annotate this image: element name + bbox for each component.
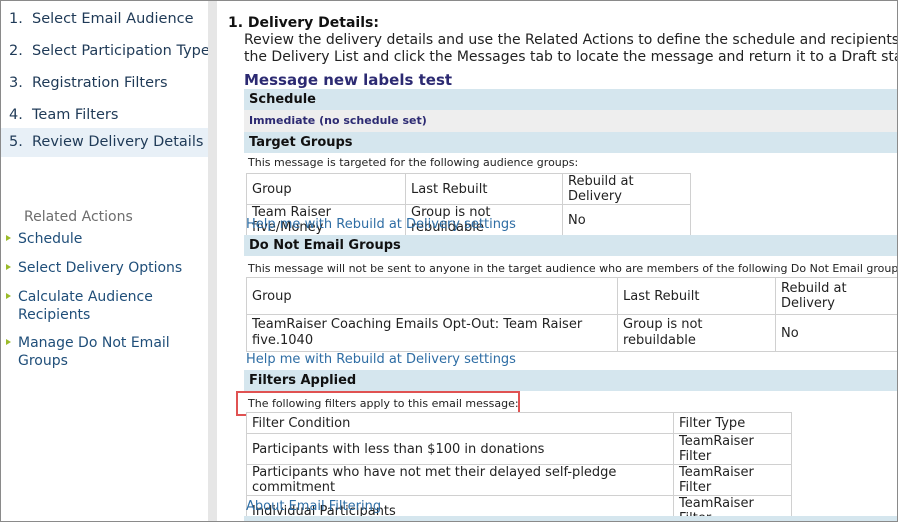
table-row: Participants with less than $100 in dona… bbox=[246, 433, 792, 465]
intro-line: Review the delivery details and use the … bbox=[244, 32, 897, 48]
section-title: 1. Delivery Details: bbox=[228, 15, 379, 31]
wizard-sidebar: 1. Select Email Audience 2. Select Partici… bbox=[1, 1, 217, 521]
step-label: Select Email Audience bbox=[32, 11, 194, 27]
related-actions-list: Schedule Select Delivery Options Calcula… bbox=[1, 230, 208, 370]
table-cell: TeamRaiser Filter bbox=[673, 433, 792, 465]
action-label: Calculate Audience Recipients bbox=[18, 289, 153, 323]
table-header-row: Filter Condition Filter Type bbox=[246, 412, 792, 434]
bullet-arrow-icon bbox=[6, 235, 11, 241]
message-name: Message new labels test bbox=[244, 71, 453, 89]
table-header-row: Group Last Rebuilt Rebuild at Delivery bbox=[246, 173, 691, 205]
related-actions-title: Related Actions bbox=[24, 209, 133, 225]
schedule-header: Schedule bbox=[244, 89, 897, 110]
rebuild-help-link[interactable]: Help me with Rebuild at Delivery setting… bbox=[246, 217, 516, 232]
table-cell: Participants who have not met their dela… bbox=[246, 464, 674, 496]
step-number: 3. bbox=[9, 75, 23, 91]
table-cell: TeamRaiser Filter bbox=[673, 464, 792, 496]
app-frame: 1. Select Email Audience 2. Select Partici… bbox=[0, 0, 898, 522]
intro-line: the Delivery List and click the Messages… bbox=[244, 49, 897, 65]
action-label: Select Delivery Options bbox=[18, 260, 183, 276]
action-label: Schedule bbox=[18, 231, 83, 247]
table-cell: No bbox=[775, 314, 897, 352]
step-label: Registration Filters bbox=[32, 75, 168, 91]
step-number: 4. bbox=[9, 107, 23, 123]
table-row: Participants who have not met their dela… bbox=[246, 464, 792, 496]
table-cell: No bbox=[562, 204, 691, 236]
step-review-delivery-details[interactable]: 5. Review Delivery Details bbox=[1, 128, 208, 157]
table-row: TeamRaiser Coaching Emails Opt-Out: Team… bbox=[246, 314, 897, 352]
step-number: 2. bbox=[9, 43, 23, 59]
step-team-filters[interactable]: 4. Team Filters bbox=[1, 99, 208, 131]
do-not-email-header: Do Not Email Groups bbox=[244, 235, 897, 256]
bullet-arrow-icon bbox=[6, 264, 11, 270]
column-header: Last Rebuilt bbox=[405, 173, 563, 205]
table-cell: TeamRaiser Coaching Emails Opt-Out: Team… bbox=[246, 314, 618, 352]
bottom-section-bar bbox=[244, 516, 897, 521]
action-manage-do-not-email-groups-link[interactable]: Manage Do Not Email Groups bbox=[1, 334, 208, 370]
step-select-participation-types[interactable]: 2. Select Participation Types bbox=[1, 35, 217, 67]
filters-applied-header: Filters Applied bbox=[244, 370, 897, 391]
table-cell: Participants with less than $100 in dona… bbox=[246, 433, 674, 465]
do-not-email-note: This message will not be sent to anyone … bbox=[248, 262, 897, 275]
column-header: Last Rebuilt bbox=[617, 277, 776, 315]
bullet-arrow-icon bbox=[6, 339, 11, 345]
step-label: Select Participation Types bbox=[32, 43, 218, 59]
step-select-email-audience[interactable]: 1. Select Email Audience bbox=[1, 3, 208, 35]
about-email-filtering-link[interactable]: About Email Filtering bbox=[246, 499, 381, 514]
bullet-arrow-icon bbox=[6, 293, 11, 299]
do-not-email-table: Group Last Rebuilt Rebuild at Delivery T… bbox=[246, 277, 897, 352]
action-label: Manage Do Not Email Groups bbox=[18, 335, 170, 369]
column-header: Rebuild at Delivery bbox=[562, 173, 691, 205]
action-select-delivery-options-link[interactable]: Select Delivery Options bbox=[1, 259, 208, 277]
target-groups-header: Target Groups bbox=[244, 132, 897, 153]
wizard-steps: 1. Select Email Audience 2. Select Partici… bbox=[1, 3, 217, 157]
action-schedule-link[interactable]: Schedule bbox=[1, 230, 208, 248]
step-label: Review Delivery Details bbox=[32, 134, 204, 150]
column-header: Group bbox=[246, 173, 406, 205]
step-registration-filters[interactable]: 3. Registration Filters bbox=[1, 67, 208, 99]
column-header: Filter Type bbox=[673, 412, 792, 434]
table-cell: Group is not rebuildable bbox=[617, 314, 776, 352]
step-number: 5. bbox=[9, 134, 23, 150]
step-label: Team Filters bbox=[32, 107, 119, 123]
column-header: Rebuild at Delivery bbox=[775, 277, 897, 315]
schedule-value: Immediate (no schedule set) bbox=[244, 110, 897, 132]
target-groups-note: This message is targeted for the followi… bbox=[248, 156, 579, 169]
action-calculate-audience-recipients-link[interactable]: Calculate Audience Recipients bbox=[1, 288, 208, 324]
table-header-row: Group Last Rebuilt Rebuild at Delivery bbox=[246, 277, 897, 315]
main-content: 1. Delivery Details: Review the delivery… bbox=[217, 1, 897, 521]
intro-text: Review the delivery details and use the … bbox=[244, 32, 897, 66]
sidebar-divider bbox=[208, 1, 217, 521]
rebuild-help-link-2[interactable]: Help me with Rebuild at Delivery setting… bbox=[246, 352, 516, 367]
column-header: Filter Condition bbox=[246, 412, 674, 434]
step-number: 1. bbox=[9, 11, 23, 27]
column-header: Group bbox=[246, 277, 618, 315]
